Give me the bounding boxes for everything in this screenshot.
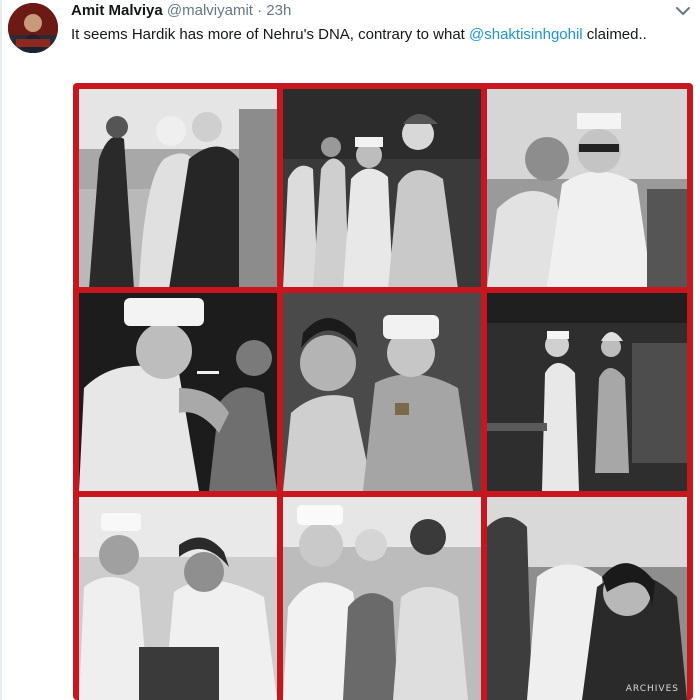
photo-4[interactable]	[79, 293, 277, 491]
tweet-text: It seems Hardik has more of Nehru's DNA,…	[71, 24, 681, 45]
mention-link[interactable]: @shaktisinhgohil	[469, 26, 583, 43]
photo-5[interactable]	[283, 293, 481, 491]
author-handle[interactable]: @malviyamit	[167, 2, 253, 19]
photo-2[interactable]	[283, 89, 481, 287]
photo-6[interactable]	[487, 293, 687, 491]
separator-dot: ·	[257, 2, 263, 19]
photo-watermark: ARCHIVES	[625, 684, 679, 694]
photo-collage[interactable]: ARCHIVES	[73, 83, 693, 700]
photo-9[interactable]: ARCHIVES	[487, 497, 687, 700]
photo-8[interactable]	[283, 497, 481, 700]
tweet-timestamp[interactable]: 23h	[266, 2, 291, 19]
avatar[interactable]	[8, 3, 58, 53]
tweet-text-after: claimed..	[582, 26, 647, 43]
tweet-text-before: It seems Hardik has more of Nehru's DNA,…	[71, 26, 470, 43]
tweet-header: Amit Malviya @malviyamit · 23h	[71, 2, 680, 22]
author-name[interactable]: Amit Malviya	[71, 2, 163, 19]
photo-3[interactable]	[487, 89, 687, 287]
avatar-image	[8, 3, 58, 53]
chevron-down-icon[interactable]	[674, 4, 692, 18]
photo-7[interactable]	[79, 497, 277, 700]
photo-1[interactable]	[79, 89, 277, 287]
timeline-divider	[0, 0, 2, 700]
